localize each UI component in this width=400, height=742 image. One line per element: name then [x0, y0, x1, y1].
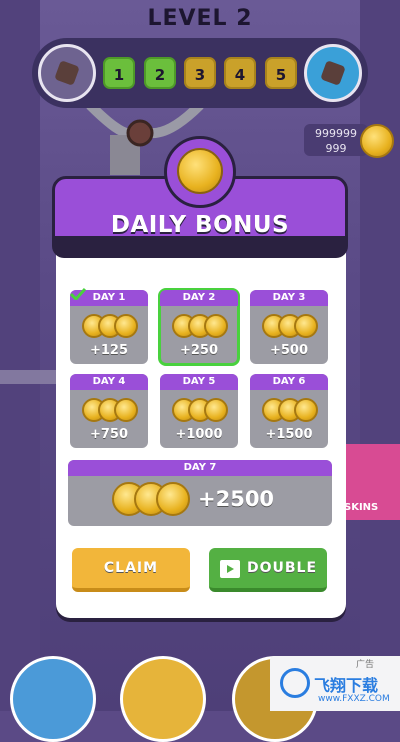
day-amount: +1000 — [175, 427, 223, 442]
day-amount: +1500 — [265, 427, 313, 442]
ad-title: 飞翔下载 — [314, 676, 379, 695]
day-label: DAY 2 — [160, 290, 238, 306]
coins-icon — [112, 482, 192, 522]
day-2-card[interactable]: DAY 2 +250 — [158, 288, 240, 366]
coins-icon — [82, 398, 138, 424]
claim-button[interactable]: CLAIM — [72, 548, 190, 592]
skins-label: SKINS — [344, 502, 379, 513]
day-amount: +250 — [179, 343, 219, 358]
coin-count-line2: 999 — [325, 142, 347, 155]
level-5-step: 5 — [265, 57, 297, 89]
video-ad-icon — [220, 560, 240, 578]
day-amount: +2500 — [198, 487, 275, 511]
day-1-card[interactable]: DAY 1 +125 — [70, 290, 148, 364]
coin-icon — [177, 148, 223, 194]
double-label: DOUBLE — [246, 560, 318, 576]
modal-title: DAILY BONUS — [110, 212, 290, 238]
day-label: DAY 5 — [160, 374, 238, 390]
day-amount: +125 — [89, 343, 129, 358]
coins-icon — [262, 398, 318, 424]
level-1-step: 1 — [103, 57, 135, 89]
skin-tree-thumbnail[interactable] — [10, 656, 96, 742]
next-level-avatar — [304, 44, 362, 102]
day-4-card[interactable]: DAY 4 +750 — [70, 374, 148, 448]
day-3-card[interactable]: DAY 3 +500 — [250, 290, 328, 364]
day-6-card[interactable]: DAY 6 +1500 — [250, 374, 328, 448]
coins-icon — [172, 398, 228, 424]
current-player-avatar — [38, 44, 96, 102]
day-label: DAY 4 — [70, 374, 148, 390]
day-5-card[interactable]: DAY 5 +1000 — [160, 374, 238, 448]
ad-badge: 广告 — [356, 660, 375, 670]
modal-header-shadow — [52, 236, 348, 258]
day-amount: +750 — [89, 427, 129, 442]
day-label: DAY 7 — [68, 460, 332, 476]
ad-logo-icon — [280, 668, 310, 698]
day-amount: +500 — [269, 343, 309, 358]
level-4-step: 4 — [224, 57, 256, 89]
level-title: LEVEL 2 — [147, 6, 253, 31]
ad-subtitle: www.FXXZ.COM — [318, 694, 390, 704]
coins-icon — [172, 314, 228, 340]
level-3-step: 3 — [184, 57, 216, 89]
coin-count-line1: 999999 — [315, 127, 357, 140]
day-label: DAY 3 — [250, 290, 328, 306]
checkmark-icon — [70, 288, 86, 300]
level-2-step: 2 — [144, 57, 176, 89]
right-wall — [360, 0, 400, 711]
coin-icon — [360, 124, 394, 158]
skin-character-thumbnail[interactable] — [120, 656, 206, 742]
coin-counter: 999999 999 — [304, 124, 368, 156]
coins-icon — [82, 314, 138, 340]
coins-icon — [262, 314, 318, 340]
day-label: DAY 6 — [250, 374, 328, 390]
day-7-card[interactable]: DAY 7 +2500 — [68, 460, 332, 526]
left-wall — [0, 0, 40, 711]
